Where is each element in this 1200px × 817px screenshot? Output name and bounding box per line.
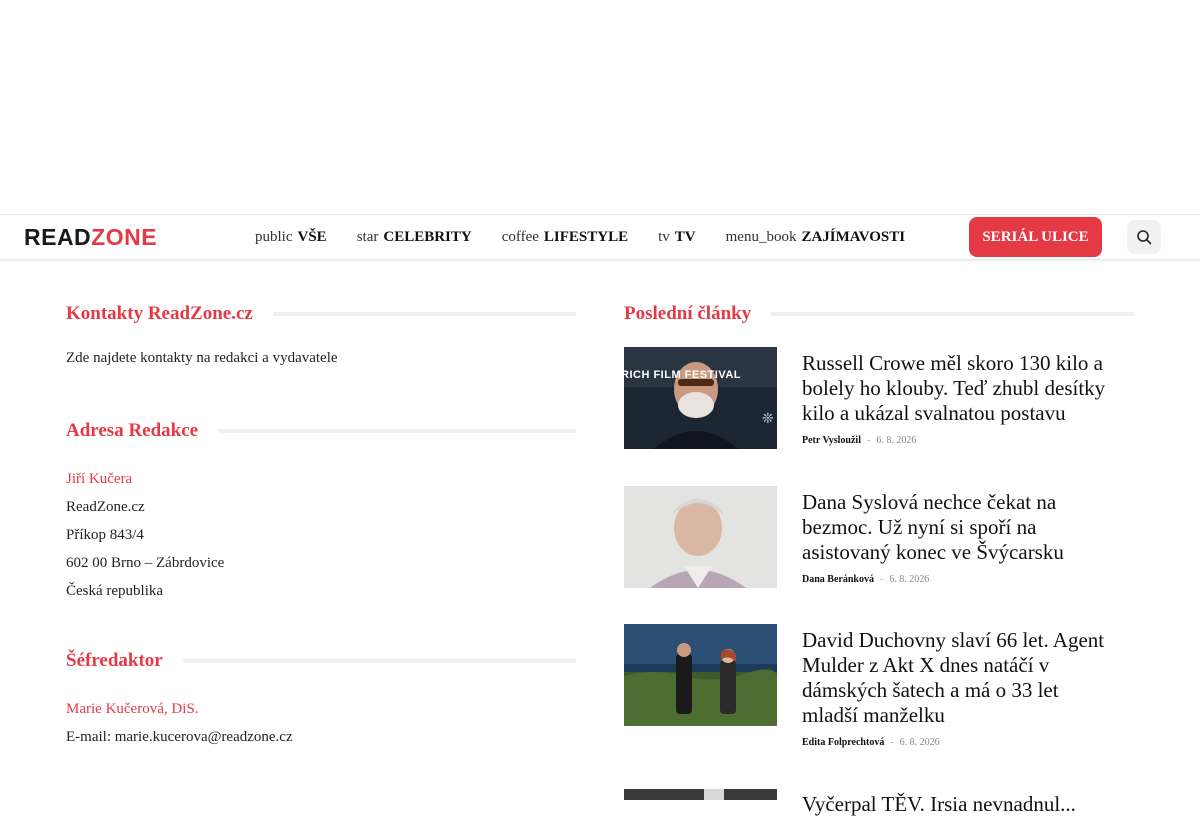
article-thumbnail[interactable]: ❊ RICH FILM FESTIVAL — [624, 347, 777, 449]
nav-item-label: VŠE — [297, 228, 327, 245]
nav-item-lifestyle[interactable]: coffee LIFESTYLE — [502, 229, 628, 246]
nav-item-label: ZAJÍMAVOSTI — [801, 228, 906, 245]
nav-item-label: CELEBRITY — [383, 228, 472, 245]
thumbnail-image — [624, 624, 777, 726]
serial-ulice-button[interactable]: SERIÁL ULICE — [969, 217, 1102, 257]
ad-space — [0, 0, 1200, 214]
header-rule — [218, 429, 576, 433]
nav-menu: public VŠE star CELEBRITY coffee LIFESTY… — [255, 215, 935, 259]
nav-item-vse[interactable]: public VŠE — [255, 229, 327, 246]
address-line: Příkop 843/4 — [66, 527, 144, 543]
menu-book-icon: menu_book — [725, 228, 797, 245]
nav-item-celebrity[interactable]: star CELEBRITY — [357, 229, 472, 246]
latest-articles-column: Poslední články ❊ RICH FILM FESTIVAL Rus… — [624, 296, 1134, 816]
article-author[interactable]: Dana Beránková — [802, 574, 874, 585]
article-author[interactable]: Petr Vysloužil — [802, 435, 861, 446]
logo-part-zone: ZONE — [91, 224, 158, 250]
search-button[interactable] — [1127, 220, 1161, 254]
main-navbar: READZONE public VŠE star CELEBRITY coffe… — [0, 214, 1200, 260]
editor-name-link[interactable]: Marie Kučerová, DiS. — [66, 695, 576, 723]
public-icon: public — [255, 228, 293, 245]
page-title: Kontakty ReadZone.cz — [66, 303, 273, 325]
article-thumbnail[interactable] — [624, 788, 777, 800]
address-line: ReadZone.cz — [66, 499, 145, 515]
nav-item-zajimavosti[interactable]: menu_book ZAJÍMAVOSTI — [726, 229, 905, 246]
star-icon: star — [356, 228, 379, 245]
editor-email: E-mail: marie.kucerova@readzone.cz — [66, 729, 293, 745]
article-date: 6. 8. 2026 — [876, 435, 917, 446]
svg-text:❊: ❊ — [762, 411, 774, 427]
site-logo[interactable]: READZONE — [24, 224, 157, 250]
editor-header: Šéfredaktor — [66, 643, 576, 679]
article-date: 6. 8. 2026 — [889, 574, 930, 585]
article-meta: Edita Folprechtová -6. 8. 2026 — [802, 737, 940, 748]
article-title[interactable]: Dana Syslová nechce čekat na bezmoc. Už … — [802, 490, 1112, 565]
address-header: Adresa Redakce — [66, 413, 576, 449]
latest-title: Poslední články — [624, 303, 772, 325]
editor-title: Šéfredaktor — [66, 650, 183, 672]
article-date: 6. 8. 2026 — [899, 737, 940, 748]
article-thumbnail[interactable] — [624, 624, 777, 726]
article-title[interactable]: David Duchovny slaví 66 let. Agent Mulde… — [802, 628, 1112, 728]
header-rule — [272, 312, 576, 316]
contacts-header: Kontakty ReadZone.cz — [66, 296, 576, 332]
address-block: Jiří Kučera ReadZone.cz Příkop 843/4 602… — [66, 465, 576, 605]
coffee-icon: coffee — [501, 228, 539, 245]
article-thumbnail[interactable] — [624, 486, 777, 588]
address-title: Adresa Redakce — [66, 420, 219, 442]
editor-block: Marie Kučerová, DiS. E-mail: marie.kucer… — [66, 695, 576, 751]
article-title[interactable]: Vyčerpal TĚV. Irsia nevnadnul... — [802, 792, 1112, 817]
article-meta: Dana Beránková -6. 8. 2026 — [802, 574, 930, 585]
thumbnail-image — [624, 486, 777, 588]
address-line: Česká republika — [66, 583, 164, 599]
address-name-link[interactable]: Jiří Kučera — [66, 465, 576, 493]
tv-icon: tv — [658, 228, 670, 245]
contacts-intro: Zde najdete kontakty na redakci a vydava… — [66, 350, 338, 366]
header-rule — [182, 659, 576, 663]
article-meta: Petr Vysloužil -6. 8. 2026 — [802, 435, 917, 446]
address-line: 602 00 Brno – Zábrdovice — [66, 555, 225, 571]
header-rule — [771, 312, 1134, 316]
search-icon — [1137, 230, 1152, 245]
contacts-column: Kontakty ReadZone.cz Zde najdete kontakt… — [66, 296, 576, 751]
nav-item-label: LIFESTYLE — [543, 228, 629, 245]
article-author[interactable]: Edita Folprechtová — [802, 737, 884, 748]
thumbnail-festival-text: RICH FILM FESTIVAL — [624, 369, 742, 381]
latest-header: Poslední články — [624, 296, 1134, 332]
nav-item-tv[interactable]: tv TV — [658, 229, 696, 246]
logo-part-read: READ — [24, 224, 92, 250]
nav-item-label: TV — [674, 228, 696, 245]
thumbnail-image — [624, 789, 777, 800]
thumbnail-image: ❊ — [624, 347, 777, 449]
article-title[interactable]: Russell Crowe měl skoro 130 kilo a bolel… — [802, 351, 1112, 426]
